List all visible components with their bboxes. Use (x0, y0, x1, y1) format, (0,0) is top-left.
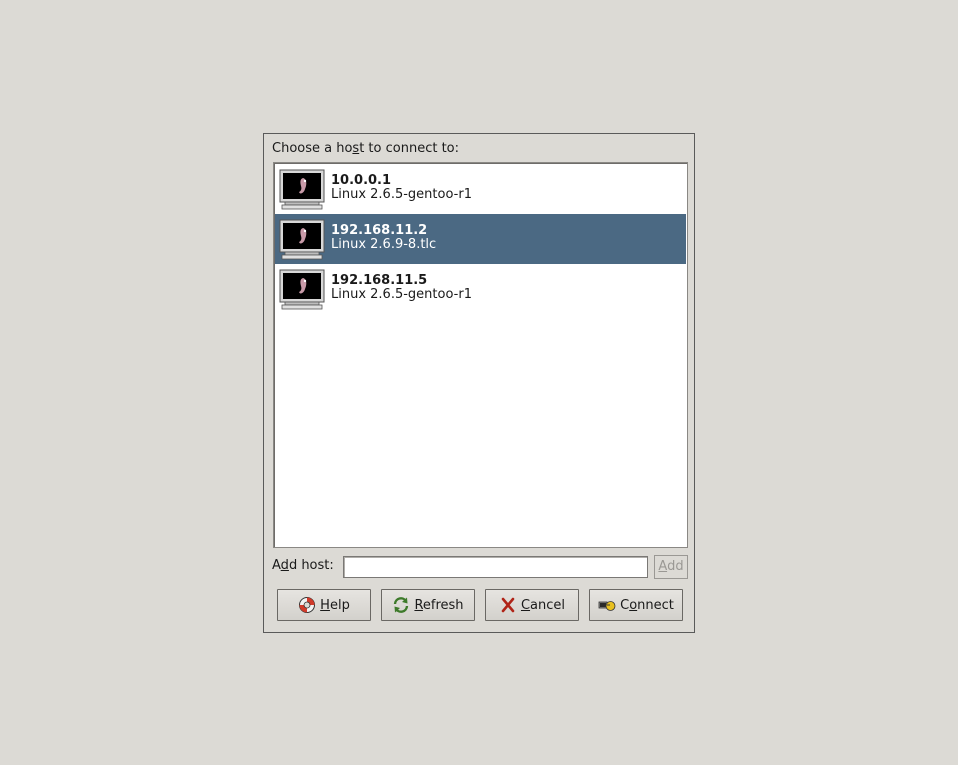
refresh-button[interactable]: Refresh (381, 589, 475, 621)
host-list[interactable]: 10.0.0.1 Linux 2.6.5-gentoo-r1 192.168.1… (273, 162, 688, 548)
add-host-input[interactable] (343, 556, 648, 578)
host-row-selected[interactable]: 192.168.11.2 Linux 2.6.9-8.tlc (275, 214, 686, 264)
host-ip: 10.0.0.1 (331, 173, 392, 188)
cancel-label: Cancel (520, 597, 566, 613)
connect-icon (598, 601, 616, 611)
host-row[interactable]: 192.168.11.5 Linux 2.6.5-gentoo-r1 (275, 264, 686, 314)
host-os: Linux 2.6.9-8.tlc (331, 237, 437, 252)
cancel-x-icon (501, 597, 515, 613)
connect-host-dialog: Choose a host to connect to: 10.0.0.1 Li… (263, 133, 695, 633)
host-ip: 192.168.11.5 (331, 273, 428, 288)
refresh-icon (394, 597, 409, 613)
help-label: Help (320, 597, 350, 613)
cancel-button[interactable]: Cancel (485, 589, 579, 621)
host-row[interactable]: 10.0.0.1 Linux 2.6.5-gentoo-r1 (275, 164, 686, 214)
computer-gentoo-icon (279, 269, 325, 310)
computer-gentoo-icon (279, 169, 325, 210)
add-host-label: Add host: (272, 558, 334, 573)
host-ip: 192.168.11.2 (331, 223, 428, 238)
add-host-button[interactable]: Add (654, 555, 688, 579)
lifebuoy-icon (299, 597, 316, 613)
connect-label: Connect (620, 597, 674, 613)
host-os: Linux 2.6.5-gentoo-r1 (331, 187, 472, 202)
prompt-label: Choose a host to connect to: (272, 141, 460, 156)
help-button[interactable]: Help (277, 589, 371, 621)
host-os: Linux 2.6.5-gentoo-r1 (331, 287, 472, 302)
computer-gentoo-icon (279, 219, 325, 260)
refresh-label: Refresh (414, 597, 464, 613)
connect-button[interactable]: Connect (589, 589, 683, 621)
